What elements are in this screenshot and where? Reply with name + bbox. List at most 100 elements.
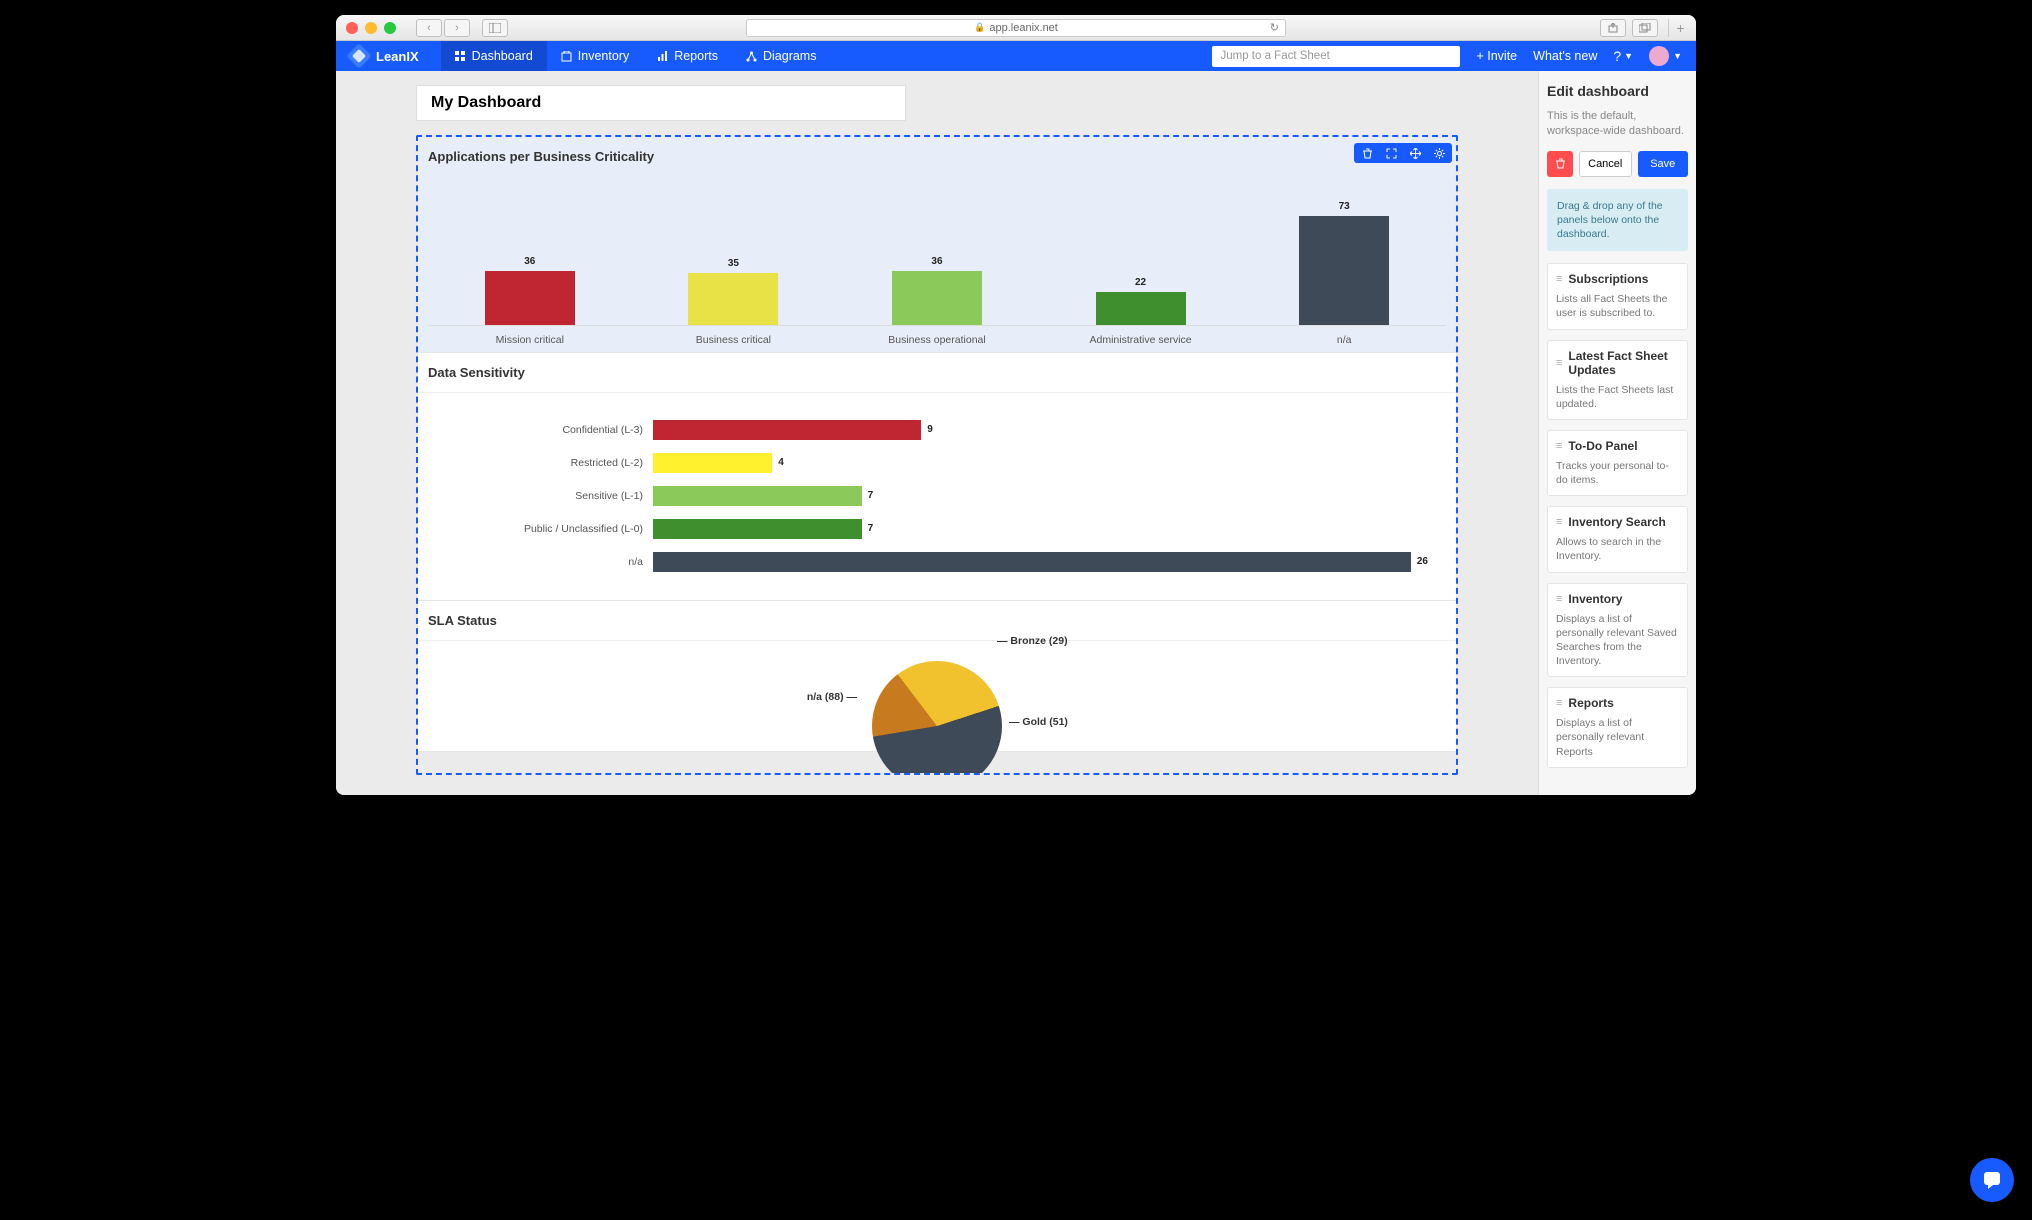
forward-button[interactable]: › [444, 19, 470, 37]
widget-title: SLA Status [418, 601, 1456, 641]
bar-0: 36 [438, 256, 621, 325]
hbar-track: 9 [653, 420, 1428, 440]
factsheet-search[interactable]: Jump to a Fact Sheet [1212, 46, 1460, 67]
trash-icon [1555, 158, 1566, 169]
card-desc: Displays a list of personally relevant R… [1556, 716, 1679, 759]
chevron-down-icon: ▼ [1624, 51, 1633, 61]
save-button[interactable]: Save [1638, 151, 1689, 177]
bar-3: 22 [1049, 277, 1232, 325]
drag-icon: ≡ [1556, 697, 1562, 709]
card-desc: Tracks your personal to-do items. [1556, 459, 1679, 487]
drag-hint: Drag & drop any of the panels below onto… [1547, 189, 1688, 252]
nav-buttons: ‹ › [416, 19, 470, 37]
reload-icon[interactable]: ↻ [1270, 21, 1279, 34]
nav-label: Dashboard [472, 49, 533, 63]
new-tab-button[interactable]: + [1668, 19, 1686, 37]
nav-right: Jump to a Fact Sheet + Invite What's new… [1212, 46, 1682, 67]
widget-sla-status[interactable]: SLA Status n/a (88) — — Bronze (29) — Go… [418, 601, 1456, 752]
brand-text: LeanIX [376, 49, 419, 64]
panel-card-1[interactable]: ≡Latest Fact Sheet UpdatesLists the Fact… [1547, 340, 1688, 420]
hbar-track: 4 [653, 453, 1428, 473]
widget-data-sensitivity[interactable]: Data Sensitivity Confidential (L-3)9Rest… [418, 353, 1456, 601]
bar-label: Administrative service [1049, 334, 1232, 346]
card-title: ≡Reports [1556, 696, 1679, 710]
bar-rect [485, 271, 575, 325]
maximize-icon[interactable] [384, 22, 396, 34]
nav-inventory[interactable]: Inventory [547, 41, 643, 71]
dashboard-drop-area[interactable]: Applications per Business Criticality 36… [416, 135, 1458, 775]
logo-icon [346, 43, 371, 68]
whats-new-link[interactable]: What's new [1533, 49, 1597, 63]
drag-icon: ≡ [1556, 593, 1562, 605]
tabs-button[interactable] [1632, 19, 1658, 37]
hbar-label: Restricted (L-2) [428, 457, 653, 469]
url-bar[interactable]: 🔒 app.leanix.net ↻ [746, 19, 1286, 37]
hbar-row-2: Sensitive (L-1)7 [428, 479, 1428, 512]
minimize-icon[interactable] [365, 22, 377, 34]
vbar-chart: 3635362273 Mission criticalBusiness crit… [418, 176, 1456, 352]
widget-toolbar [1354, 143, 1452, 163]
hbar-row-1: Restricted (L-2) 4 [428, 446, 1428, 479]
close-icon[interactable] [346, 22, 358, 34]
traffic-lights [346, 22, 396, 34]
panel-card-5[interactable]: ≡Reports Displays a list of personally re… [1547, 687, 1688, 768]
delete-icon[interactable] [1360, 146, 1374, 160]
hbar-label: n/a [428, 556, 653, 568]
url-text: app.leanix.net [989, 22, 1058, 34]
nav-diagrams[interactable]: Diagrams [732, 41, 831, 71]
bar-rect [1096, 292, 1186, 325]
hbar-track: 7 [653, 519, 1428, 539]
body: My Dashboard Applications per Business C… [336, 71, 1696, 795]
cancel-button[interactable]: Cancel [1579, 151, 1632, 177]
panel-desc: This is the default, workspace-wide dash… [1547, 109, 1688, 139]
hbar-value: 26 [1417, 556, 1428, 567]
card-desc: Allows to search in the Inventory. [1556, 535, 1679, 563]
dashboard-icon [455, 51, 466, 62]
lock-icon: 🔒 [974, 22, 985, 33]
widget-business-criticality[interactable]: Applications per Business Criticality 36… [418, 137, 1456, 353]
nav-label: Diagrams [763, 49, 817, 63]
logo[interactable]: LeanIX [350, 47, 419, 65]
bar-1: 35 [642, 258, 825, 326]
bar-label: Mission critical [438, 334, 621, 346]
share-button[interactable] [1600, 19, 1626, 37]
nav-label: Inventory [578, 49, 629, 63]
panel-card-4[interactable]: ≡InventoryDisplays a list of personally … [1547, 583, 1688, 678]
bar-value: 73 [1339, 201, 1350, 212]
move-icon[interactable] [1408, 146, 1422, 160]
pie-chart: n/a (88) — — Bronze (29) — Gold (51) [418, 641, 1456, 751]
chevron-down-icon: ▼ [1673, 51, 1682, 61]
panel-card-0[interactable]: ≡SubscriptionsLists all Fact Sheets the … [1547, 263, 1688, 329]
panel-actions: Cancel Save [1547, 151, 1688, 177]
nav-label: Reports [674, 49, 718, 63]
browser-window: ‹ › 🔒 app.leanix.net ↻ + LeanIX [336, 15, 1696, 795]
invite-button[interactable]: + Invite [1476, 49, 1517, 63]
hbar-chart: Confidential (L-3)9Restricted (L-2)4Sens… [418, 393, 1456, 600]
drag-icon: ≡ [1556, 440, 1562, 452]
hbar-value: 7 [868, 523, 874, 534]
nav-dashboard[interactable]: Dashboard [441, 41, 547, 71]
expand-icon[interactable] [1384, 146, 1398, 160]
delete-button[interactable] [1547, 151, 1573, 177]
bar-label: n/a [1253, 334, 1436, 346]
card-title: ≡Inventory Search [1556, 515, 1679, 529]
card-title: ≡Inventory [1556, 592, 1679, 606]
back-button[interactable]: ‹ [416, 19, 442, 37]
panel-card-2[interactable]: ≡To-Do Panel Tracks your personal to-do i… [1547, 430, 1688, 496]
nav-reports[interactable]: Reports [643, 41, 732, 71]
diagrams-icon [746, 51, 757, 62]
dashboard-title-input[interactable]: My Dashboard [416, 85, 906, 121]
titlebar: ‹ › 🔒 app.leanix.net ↻ + [336, 15, 1696, 41]
hbar-rect [653, 552, 1411, 572]
card-desc: Lists all Fact Sheets the user is subscr… [1556, 292, 1679, 320]
sidebar-toggle-button[interactable] [482, 19, 508, 37]
widget-title: Data Sensitivity [418, 353, 1456, 393]
gear-icon[interactable] [1432, 146, 1446, 160]
panel-card-3[interactable]: ≡Inventory Search Allows to search in the… [1547, 506, 1688, 572]
user-menu[interactable]: ▼ [1649, 46, 1682, 66]
hbar-value: 4 [778, 457, 784, 468]
bar-label: Business operational [845, 334, 1028, 346]
card-title: ≡To-Do Panel [1556, 439, 1679, 453]
help-menu[interactable]: ? ▼ [1613, 48, 1633, 64]
search-placeholder: Jump to a Fact Sheet [1220, 50, 1329, 62]
